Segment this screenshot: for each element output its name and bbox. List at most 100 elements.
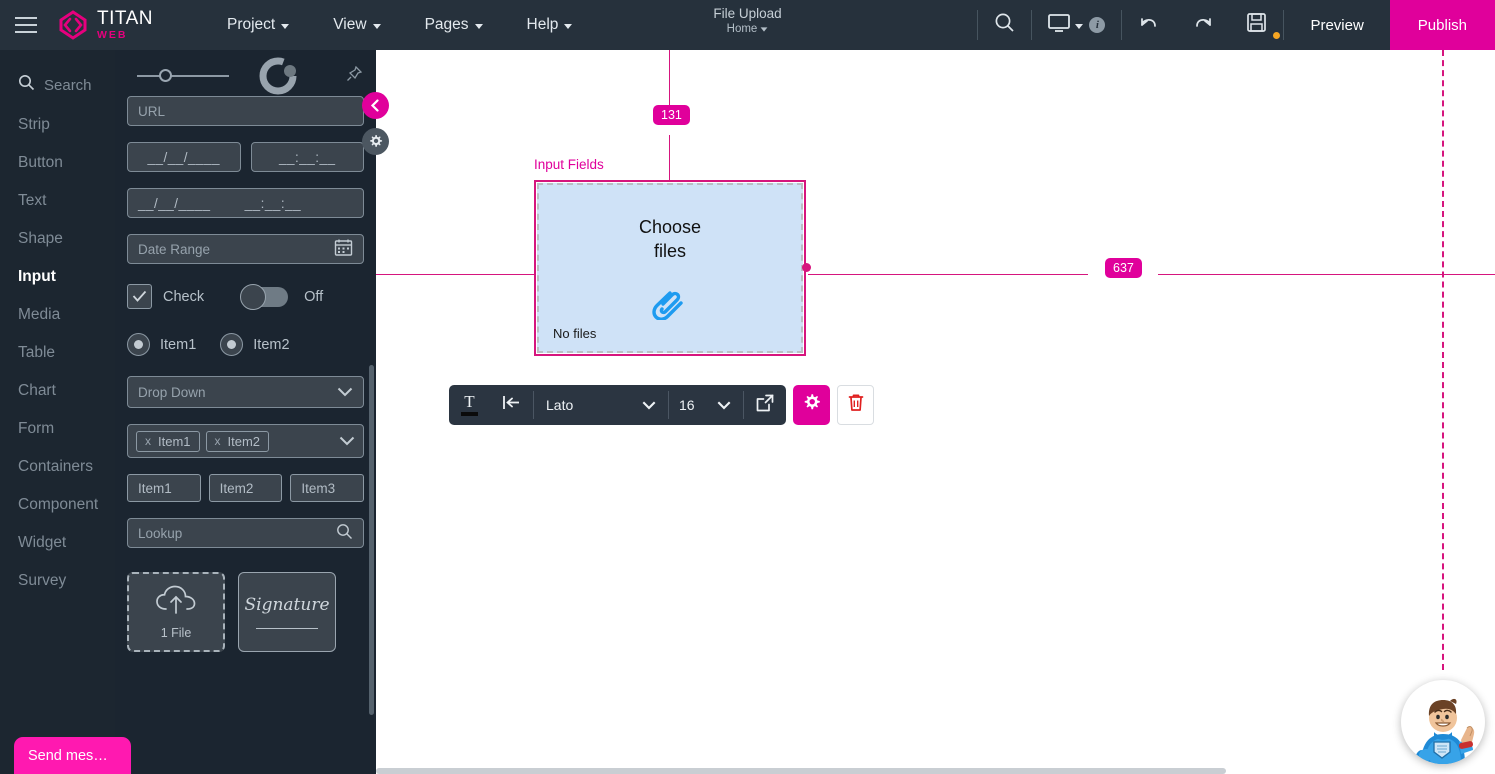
open-external-button[interactable] — [744, 385, 786, 425]
url-field-widget[interactable]: URL — [127, 96, 364, 126]
brand-logo[interactable]: TITAN WEB — [52, 9, 153, 41]
input-widget-panel: URL __/__/____ __:__:__ __/__/____ __:__… — [115, 50, 376, 774]
datetime-field-widget[interactable]: __/__/____ __:__:__ — [127, 188, 364, 218]
font-family-select[interactable]: Lato — [534, 385, 668, 425]
collapse-panel-button[interactable] — [362, 92, 389, 119]
sidebar-item-survey[interactable]: Survey — [0, 562, 115, 600]
multiselect-widget[interactable]: x Item1 x Item2 — [127, 424, 364, 458]
info-badge[interactable]: i — [1089, 17, 1106, 33]
panel-scrollbar-thumb[interactable] — [369, 365, 374, 715]
brand-subtitle: WEB — [97, 29, 128, 42]
multiselect-chip[interactable]: x Item2 — [205, 430, 270, 452]
search-icon — [336, 523, 353, 543]
radio-button-item2[interactable] — [220, 333, 244, 356]
element-type-label: Input Fields — [534, 157, 604, 172]
preview-button[interactable]: Preview — [1284, 0, 1389, 50]
element-settings-button[interactable] — [793, 385, 830, 425]
sidebar-item-form[interactable]: Form — [0, 410, 115, 448]
slider-widget-row — [127, 50, 364, 96]
chevron-down-icon — [474, 23, 483, 29]
search-button[interactable] — [978, 0, 1031, 50]
radio-button-item1[interactable] — [127, 333, 150, 356]
button-group-item2[interactable]: Item2 — [208, 474, 283, 502]
chip-remove-icon[interactable]: x — [145, 434, 151, 448]
sidebar-item-table[interactable]: Table — [0, 334, 115, 372]
selected-element-wrapper[interactable]: Input Fields Choose files No files — [534, 157, 811, 356]
signature-widget[interactable]: Signature — [238, 572, 336, 652]
canvas-scrollbar-thumb[interactable] — [376, 768, 1226, 774]
lookup-widget[interactable]: Lookup — [127, 518, 364, 548]
date-field-widget[interactable]: __/__/____ — [127, 142, 241, 172]
menu-label: Project — [226, 16, 276, 33]
sidebar-item-containers[interactable]: Containers — [0, 448, 115, 486]
menu-item-pages[interactable]: Pages — [403, 0, 505, 50]
canvas-horizontal-scrollbar[interactable] — [376, 768, 1495, 774]
sidebar-item-media[interactable]: Media — [0, 296, 115, 334]
checkbox-label: Check — [163, 288, 205, 305]
sidebar-item-strip[interactable]: Strip — [0, 106, 115, 144]
choose-files-text: Choose files — [539, 215, 801, 263]
menu-item-help[interactable]: Help — [505, 0, 595, 50]
design-canvas[interactable]: 131 637 Input Fields Choose files No fil… — [376, 50, 1495, 774]
datetime-date-mask: __/__/____ — [138, 195, 211, 211]
sidebar-item-text[interactable]: Text — [0, 182, 115, 220]
date-time-widget-row: __/__/____ __:__:__ — [127, 142, 364, 172]
file-upload-element[interactable]: Choose files No files — [537, 183, 803, 353]
sidebar-item-chart[interactable]: Chart — [0, 372, 115, 410]
device-preview-selector[interactable]: i — [1032, 0, 1121, 50]
sidebar-item-widget[interactable]: Widget — [0, 524, 115, 562]
calendar-icon — [334, 238, 353, 260]
sidebar-item-button[interactable]: Button — [0, 144, 115, 182]
slider-knob[interactable] — [159, 69, 172, 82]
pin-icon[interactable] — [346, 65, 363, 87]
save-button[interactable] — [1230, 0, 1283, 50]
toggle-switch-widget[interactable] — [240, 283, 289, 310]
main-menu: Project View Pages Help — [205, 0, 594, 50]
button-group-item1[interactable]: Item1 — [127, 474, 201, 502]
chip-remove-icon[interactable]: x — [215, 434, 221, 448]
url-field-label: URL — [138, 103, 166, 119]
lookup-label: Lookup — [138, 525, 183, 541]
undo-button[interactable] — [1122, 0, 1176, 50]
trash-icon — [847, 393, 865, 417]
monitor-icon — [1048, 13, 1071, 37]
dropdown-widget[interactable]: Drop Down — [127, 376, 364, 408]
text-align-button[interactable] — [490, 385, 533, 425]
font-size-select[interactable]: 16 — [669, 385, 743, 425]
checkbox-widget[interactable] — [127, 284, 152, 309]
panel-settings-button[interactable] — [362, 128, 389, 155]
date-field-mask: __/__/____ — [147, 149, 221, 165]
checkbox-toggle-row: Check Off — [127, 280, 364, 313]
sidebar-item-shape[interactable]: Shape — [0, 220, 115, 258]
panel-scrollbar[interactable] — [369, 50, 374, 774]
open-external-icon — [756, 394, 774, 417]
chevron-down-icon — [339, 434, 355, 449]
multiselect-chip[interactable]: x Item1 — [136, 430, 200, 452]
date-range-widget[interactable]: Date Range — [127, 234, 364, 264]
titan-logo-icon — [58, 10, 88, 40]
redo-icon — [1192, 14, 1214, 37]
delete-element-button[interactable] — [837, 385, 874, 425]
file-upload-widget[interactable]: 1 File — [127, 572, 225, 652]
time-field-widget[interactable]: __:__:__ — [250, 142, 364, 172]
resize-handle-right[interactable] — [802, 263, 811, 272]
redo-button[interactable] — [1176, 0, 1230, 50]
menu-item-project[interactable]: Project — [205, 0, 311, 50]
menu-toggle-button[interactable] — [0, 0, 52, 50]
guide-line-vertical — [669, 135, 670, 180]
progress-ring-widget[interactable] — [256, 54, 300, 98]
menu-item-view[interactable]: View — [311, 0, 402, 50]
text-color-swatch — [461, 411, 478, 416]
support-chat-avatar[interactable] — [1401, 680, 1485, 764]
file-upload-label: 1 File — [160, 625, 192, 640]
text-color-button[interactable]: T — [449, 385, 490, 425]
search-input[interactable]: Search — [0, 64, 115, 106]
element-floating-toolbar: T Lato 16 — [449, 385, 874, 425]
chevron-down-icon — [281, 23, 290, 29]
slider-widget[interactable] — [137, 69, 229, 83]
publish-button[interactable]: Publish — [1389, 0, 1495, 50]
button-group-item3[interactable]: Item3 — [290, 474, 365, 502]
sidebar-item-input[interactable]: Input — [0, 258, 115, 296]
chat-send-message-button[interactable]: Send mes… — [14, 737, 131, 774]
sidebar-item-component[interactable]: Component — [0, 486, 115, 524]
